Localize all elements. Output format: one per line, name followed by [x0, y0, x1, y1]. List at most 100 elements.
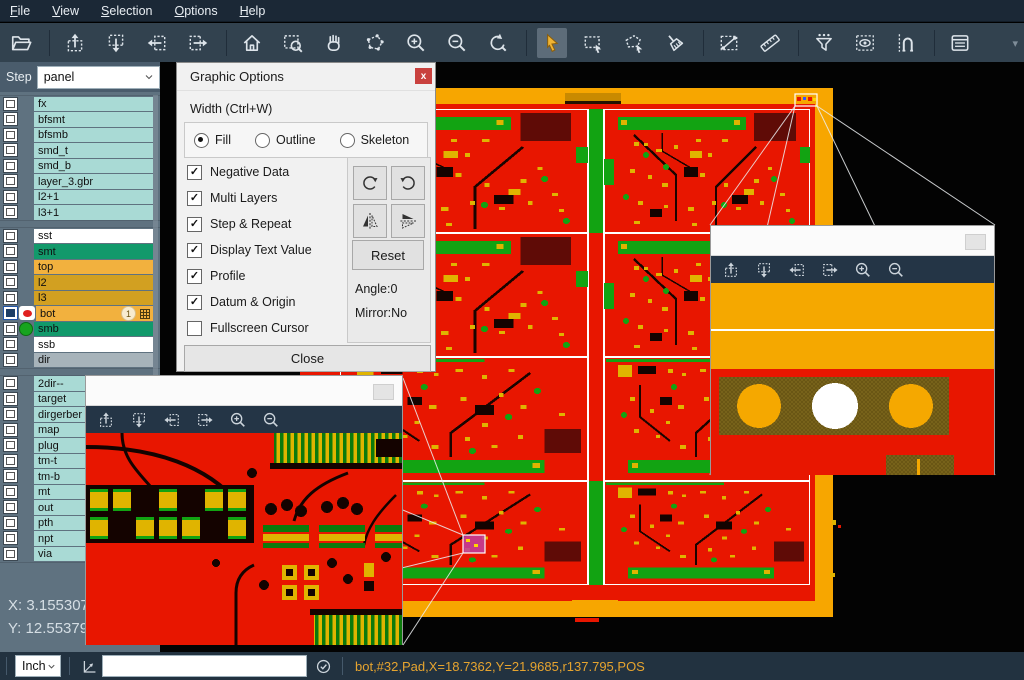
polygon-select-icon[interactable]	[619, 28, 649, 58]
layer-visible-checkbox[interactable]	[3, 337, 18, 351]
pan-down-icon[interactable]	[127, 410, 151, 430]
layer-visible-checkbox[interactable]	[3, 306, 18, 320]
pan-down-icon[interactable]	[101, 28, 131, 58]
layer-visible-checkbox[interactable]	[3, 322, 18, 336]
zoom-in-icon[interactable]	[851, 260, 875, 280]
snap-icon[interactable]	[891, 28, 921, 58]
pan-hand-icon[interactable]	[319, 28, 349, 58]
layer-visible-checkbox[interactable]	[3, 485, 18, 499]
dialog-close-icon[interactable]: x	[415, 68, 432, 84]
radio-skeleton[interactable]: Skeleton	[340, 133, 410, 148]
layer-row-smt[interactable]: smt	[0, 244, 160, 260]
layer-row-fx[interactable]: fx	[0, 96, 160, 112]
layer-row-smd-b[interactable]: smd_b	[0, 158, 160, 174]
active-layer-indicator-icon[interactable]	[18, 322, 34, 336]
layer-name-label[interactable]: dir	[34, 353, 153, 368]
layer-visible-checkbox[interactable]	[3, 205, 18, 219]
layer-name-label[interactable]: bot1	[36, 306, 153, 321]
layer-visible-checkbox[interactable]	[3, 112, 18, 126]
toolbar-overflow-icon[interactable]: ▾	[1012, 37, 1018, 50]
zoom-window-detail[interactable]	[85, 375, 403, 645]
zoom-out-icon[interactable]	[259, 410, 283, 430]
command-input[interactable]	[102, 655, 307, 677]
layer-visible-checkbox[interactable]	[3, 97, 18, 111]
layer-name-label[interactable]: smd_t	[34, 143, 153, 158]
layer-row-sst[interactable]: sst	[0, 228, 160, 244]
layer-visible-checkbox[interactable]	[3, 174, 18, 188]
layer-visible-checkbox[interactable]	[3, 531, 18, 545]
mirror-vertical-button[interactable]	[353, 204, 387, 238]
layer-row-bfsmt[interactable]: bfsmt	[0, 112, 160, 128]
clean-brush-icon[interactable]	[660, 28, 690, 58]
layer-row-bfsmb[interactable]: bfsmb	[0, 127, 160, 143]
zoom-window-titlebar[interactable]	[711, 226, 994, 256]
rotate-ccw-button[interactable]	[391, 166, 425, 200]
menu-options[interactable]: Options	[174, 4, 217, 18]
layer-visible-checkbox[interactable]	[3, 438, 18, 452]
zoom-in-icon[interactable]	[226, 410, 250, 430]
zoom-out-icon[interactable]	[884, 260, 908, 280]
pan-left-icon[interactable]	[142, 28, 172, 58]
layer-visible-checkbox[interactable]	[3, 229, 18, 243]
layer-visible-checkbox[interactable]	[3, 423, 18, 437]
layer-visible-checkbox[interactable]	[3, 275, 18, 289]
layer-name-label[interactable]: layer_3.gbr	[34, 174, 153, 189]
layer-name-label[interactable]: l2+1	[34, 190, 153, 205]
pan-left-icon[interactable]	[160, 410, 184, 430]
menu-selection[interactable]: Selection	[101, 4, 152, 18]
table-icon[interactable]	[139, 308, 151, 320]
pan-up-icon[interactable]	[60, 28, 90, 58]
layer-row-l3-1[interactable]: l3+1	[0, 205, 160, 221]
window-button[interactable]	[373, 384, 394, 400]
layer-row-ssb[interactable]: ssb	[0, 337, 160, 353]
layer-visible-checkbox[interactable]	[3, 244, 18, 258]
layer-visible-checkbox[interactable]	[3, 547, 18, 561]
layer-name-label[interactable]: bfsmt	[34, 112, 153, 127]
layer-row-l2[interactable]: l2	[0, 275, 160, 291]
zoom-window-viewport[interactable]	[711, 283, 994, 475]
mirror-horizontal-button[interactable]	[391, 204, 425, 238]
zoom-in-icon[interactable]	[401, 28, 431, 58]
polygon-zoom-icon[interactable]	[360, 28, 390, 58]
zoom-window-icon[interactable]	[278, 28, 308, 58]
view-options-icon[interactable]	[850, 28, 880, 58]
layer-name-label[interactable]: top	[34, 260, 153, 275]
layer-name-label[interactable]: fx	[34, 97, 153, 112]
graphic-options-dialog[interactable]: Graphic Options x Width (Ctrl+W) Fill Ou…	[176, 62, 436, 372]
layer-name-label[interactable]: smd_b	[34, 159, 153, 174]
layer-visible-checkbox[interactable]	[3, 291, 18, 305]
pan-up-icon[interactable]	[719, 260, 743, 280]
layer-row-smd-t[interactable]: smd_t	[0, 143, 160, 159]
layer-visible-checkbox[interactable]	[3, 376, 18, 390]
window-button[interactable]	[965, 234, 986, 250]
zoom-window-pads[interactable]	[710, 225, 995, 475]
menu-view[interactable]: View	[52, 4, 79, 18]
step-select[interactable]: panel	[37, 66, 160, 89]
layer-name-label[interactable]: bfsmb	[34, 128, 153, 143]
pan-right-icon[interactable]	[193, 410, 217, 430]
pan-up-icon[interactable]	[94, 410, 118, 430]
open-folder-icon[interactable]	[6, 28, 36, 58]
pan-left-icon[interactable]	[785, 260, 809, 280]
pan-right-icon[interactable]	[818, 260, 842, 280]
dialog-titlebar[interactable]: Graphic Options x	[177, 63, 435, 91]
layer-row-top[interactable]: top	[0, 259, 160, 275]
layer-visible-checkbox[interactable]	[3, 469, 18, 483]
ruler-icon[interactable]	[755, 28, 785, 58]
angle-measure-icon[interactable]	[78, 655, 100, 677]
rotate-cw-button[interactable]	[353, 166, 387, 200]
checkbox-display-text-value[interactable]: ✓ Display Text Value	[187, 237, 345, 263]
layer-visible-checkbox[interactable]	[3, 353, 18, 367]
layer-name-label[interactable]: smt	[34, 244, 153, 259]
radio-fill[interactable]: Fill	[194, 133, 231, 148]
menu-file[interactable]: File	[10, 4, 30, 18]
unit-select[interactable]: Inch	[15, 655, 61, 677]
layer-name-label[interactable]: ssb	[34, 337, 153, 352]
layer-visible-checkbox[interactable]	[3, 159, 18, 173]
layer-visible-checkbox[interactable]	[3, 260, 18, 274]
layer-name-label[interactable]: l3	[34, 291, 153, 306]
layer-visible-checkbox[interactable]	[3, 500, 18, 514]
layer-visible-checkbox[interactable]	[3, 516, 18, 530]
layers-panel-icon[interactable]	[945, 28, 975, 58]
close-button[interactable]: Close	[184, 345, 431, 372]
